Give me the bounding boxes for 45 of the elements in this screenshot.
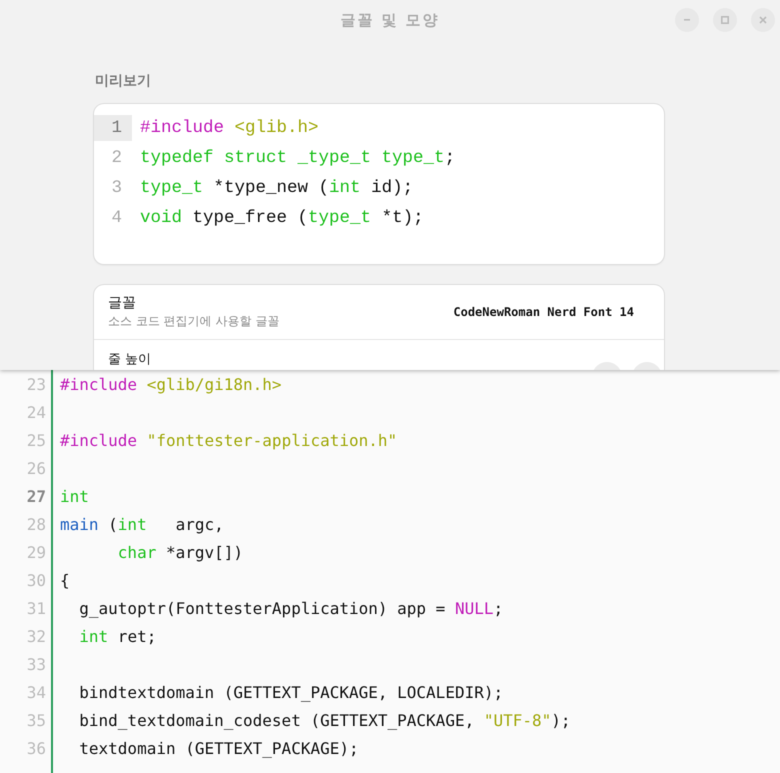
code-line: void type_free (type_t *t); bbox=[140, 208, 424, 228]
code-line: char *argv[]) bbox=[116, 542, 244, 562]
line-number: 35 bbox=[26, 710, 46, 730]
line-number: 23 bbox=[26, 374, 46, 394]
line-number: 29 bbox=[26, 542, 46, 562]
minimize-button[interactable] bbox=[675, 8, 699, 32]
close-button[interactable] bbox=[751, 8, 775, 32]
maximize-icon bbox=[721, 16, 729, 24]
line-number: 1 bbox=[94, 115, 132, 141]
code-line: textdomain (GETTEXT_PACKAGE); bbox=[78, 738, 359, 758]
code-line: #include "fonttester-application.h" bbox=[60, 430, 398, 450]
setting-subtitle: 소스 코드 편집기에 사용할 글꼴 bbox=[108, 312, 280, 330]
code-line: int bbox=[60, 486, 89, 506]
line-number: 27 bbox=[26, 486, 46, 506]
line-number: 34 bbox=[26, 682, 46, 702]
line-number: 26 bbox=[26, 458, 46, 478]
font-button[interactable]: CodeNewRoman Nerd Font 14 bbox=[453, 305, 634, 319]
code-line: typedef struct _type_t type_t; bbox=[140, 148, 456, 168]
code-line: int ret; bbox=[78, 626, 156, 646]
window-title: 글꼴 및 모양 bbox=[340, 10, 440, 30]
setting-title: 줄 높이 bbox=[108, 352, 152, 367]
section-heading: 미리보기 bbox=[94, 72, 152, 91]
line-number: 2 bbox=[110, 147, 123, 170]
setting-title: 글꼴 bbox=[108, 294, 137, 310]
line-number: 30 bbox=[26, 570, 46, 590]
maximize-button[interactable] bbox=[713, 8, 737, 32]
line-number: 25 bbox=[26, 430, 46, 450]
line-number: 31 bbox=[26, 598, 46, 618]
code-line: type_t *type_new (int id); bbox=[140, 178, 414, 198]
code-line: { bbox=[60, 570, 70, 590]
line-number: 36 bbox=[26, 738, 46, 758]
code-line: g_autoptr(FonttesterApplication) app = NULL; bbox=[78, 598, 504, 618]
line-number: 24 bbox=[26, 402, 46, 422]
code-line: #include <glib/gi18n.h> bbox=[60, 374, 282, 394]
line-number: 28 bbox=[26, 514, 46, 534]
code-line: bindtextdomain (GETTEXT_PACKAGE, LOCALEDIR); bbox=[78, 682, 504, 702]
line-number: 3 bbox=[110, 177, 123, 200]
line-number: 32 bbox=[26, 626, 46, 646]
line-number: 33 bbox=[26, 654, 46, 674]
minimize-icon bbox=[684, 19, 690, 21]
code-line: main (int argc, bbox=[60, 514, 224, 534]
line-number: 4 bbox=[110, 207, 123, 230]
close-icon bbox=[759, 16, 767, 24]
code-line: bind_textdomain_codeset (GETTEXT_PACKAGE, "UTF-8"); bbox=[78, 710, 571, 730]
code-line: #include <glib.h> bbox=[140, 118, 319, 138]
